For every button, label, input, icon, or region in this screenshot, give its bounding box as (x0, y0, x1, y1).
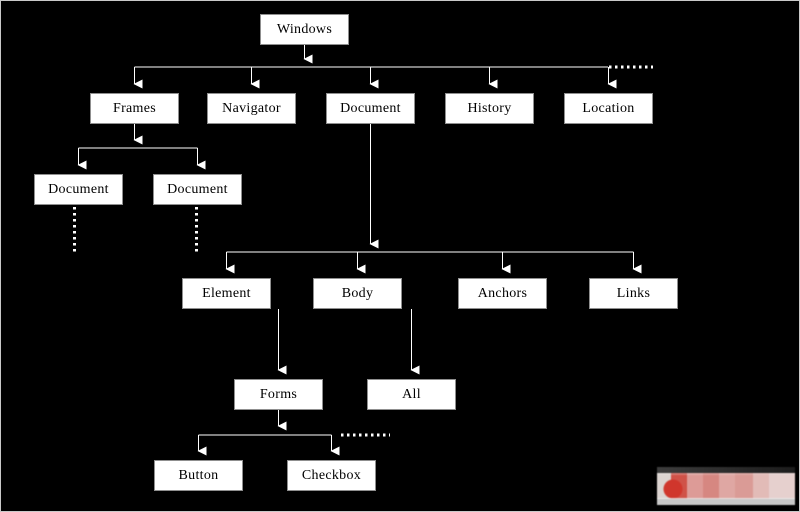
node-element[interactable]: Element (182, 278, 271, 309)
node-location[interactable]: Location (564, 93, 653, 124)
node-navigator[interactable]: Navigator (207, 93, 296, 124)
node-links[interactable]: Links (589, 278, 678, 309)
node-all[interactable]: All (367, 379, 456, 410)
node-button[interactable]: Button (154, 460, 243, 491)
watermark-image (657, 467, 795, 505)
node-windows[interactable]: Windows (260, 14, 349, 45)
node-frames[interactable]: Frames (90, 93, 179, 124)
node-document-frame-2[interactable]: Document (153, 174, 242, 205)
connector-layer (72, 45, 653, 456)
node-document-frame-1[interactable]: Document (34, 174, 123, 205)
node-forms[interactable]: Forms (234, 379, 323, 410)
node-body[interactable]: Body (313, 278, 402, 309)
node-checkbox[interactable]: Checkbox (287, 460, 376, 491)
node-document[interactable]: Document (326, 93, 415, 124)
node-history[interactable]: History (445, 93, 534, 124)
diagram-canvas: Windows Frames Navigator Document Histor… (0, 0, 800, 512)
node-anchors[interactable]: Anchors (458, 278, 547, 309)
